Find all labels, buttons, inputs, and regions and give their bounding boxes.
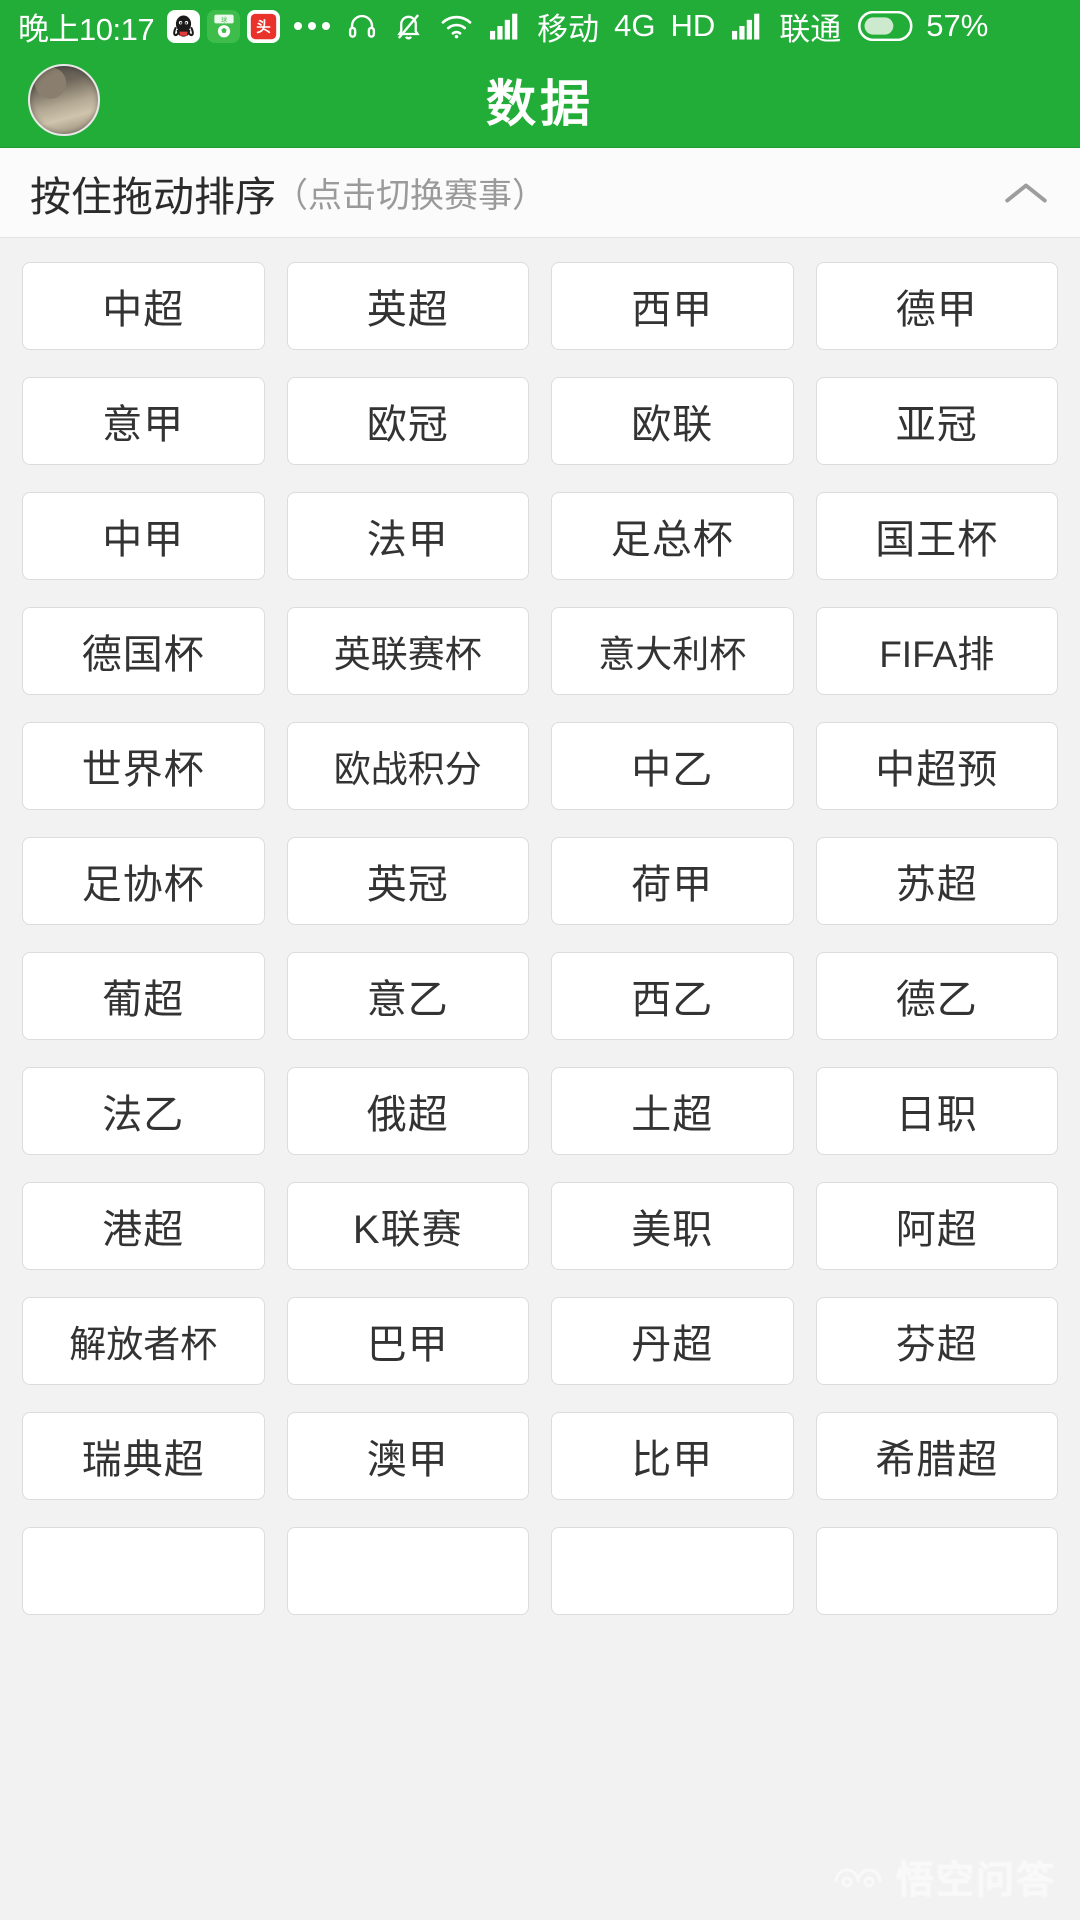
league-cell[interactable]: 中甲 [22,492,265,580]
league-cell[interactable]: 港超 [22,1182,265,1270]
league-cell[interactable] [286,1527,529,1615]
league-cell[interactable]: K联赛 [286,1182,529,1270]
page-title: 数据 [486,75,594,132]
status-bar: 晚上10:17 球 头 移动 4G HD 联通 57% [0,0,1080,52]
league-cell[interactable]: 俄超 [286,1067,529,1155]
league-cell[interactable]: 中乙 [551,722,794,810]
signal-bars-icon-2 [732,12,764,40]
svg-text:头: 头 [256,18,271,35]
chevron-up-icon[interactable] [998,165,1054,221]
bell-muted-icon [394,12,423,41]
league-cell[interactable]: 欧冠 [286,377,529,465]
more-apps-dots-icon [294,22,331,30]
carrier-name-mobile: 移动 [537,11,600,47]
league-cell[interactable]: 欧联 [551,377,794,465]
battery-icon [857,11,917,41]
status-time: 晚上10:17 [18,11,155,47]
signal-bars-icon [490,12,522,40]
league-cell[interactable]: 德国杯 [22,607,265,695]
wukong-logo-icon [834,1867,882,1887]
league-cell[interactable]: 足协杯 [22,837,265,925]
sort-instruction-hint: （点击切换赛事） [274,177,546,215]
league-cell[interactable]: 阿超 [815,1182,1058,1270]
wifi-icon [440,13,473,40]
league-cell[interactable]: 英联赛杯 [286,607,529,695]
status-app-icons: 球 头 [167,9,281,43]
app-header: 数据 [0,52,1080,148]
league-cell[interactable]: 澳甲 [286,1412,529,1500]
battery-percent: 57% [926,8,989,43]
league-cell[interactable]: 意甲 [22,377,265,465]
league-cell[interactable]: 西乙 [551,952,794,1040]
league-cell[interactable]: 葡超 [22,952,265,1040]
league-cell[interactable] [22,1527,265,1615]
league-cell[interactable]: 德乙 [815,952,1058,1040]
watermark-text: 悟空问答 [895,1860,1056,1902]
league-cell[interactable]: 中超预 [815,722,1058,810]
sort-instruction-label: 按住拖动排序 [30,173,276,220]
league-cell[interactable]: 足总杯 [551,492,794,580]
toutiao-icon: 头 [247,9,281,43]
league-cell[interactable]: 日职 [815,1067,1058,1155]
league-cell[interactable]: 法乙 [22,1067,265,1155]
league-cell[interactable]: 英冠 [286,837,529,925]
league-cell[interactable]: 意大利杯 [551,607,794,695]
network-type: 4G [614,8,656,43]
sort-section-bar[interactable]: 按住拖动排序 （点击切换赛事） [0,148,1080,238]
league-cell[interactable]: 法甲 [286,492,529,580]
league-cell[interactable]: 土超 [551,1067,794,1155]
league-cell[interactable]: 芬超 [815,1297,1058,1385]
league-cell[interactable]: 希腊超 [815,1412,1058,1500]
league-cell[interactable] [551,1527,794,1615]
soccer-app-icon: 球 [207,9,241,43]
qq-icon [167,9,201,43]
league-cell[interactable]: 瑞典超 [22,1412,265,1500]
league-cell[interactable]: 比甲 [551,1412,794,1500]
league-cell[interactable]: 荷甲 [551,837,794,925]
league-cell[interactable]: 美职 [551,1182,794,1270]
avatar[interactable] [28,63,100,136]
league-cell[interactable]: 国王杯 [815,492,1058,580]
league-cell[interactable]: 英超 [286,262,529,350]
hd-indicator: HD [670,8,716,43]
league-grid: 中超 英超 西甲 德甲意甲 欧冠 欧联 亚冠中甲 法甲 足总杯 国王杯德国杯 英联赛杯 意大利杯 FIF… [0,238,1080,1920]
carrier-name-unicom: 联通 [779,11,842,47]
headphone-icon [347,11,377,41]
svg-text:球: 球 [221,16,227,24]
league-cell[interactable] [815,1527,1058,1615]
league-cell[interactable]: 西甲 [551,262,794,350]
watermark: 悟空问答 [830,1849,1056,1904]
league-cell[interactable]: 丹超 [551,1297,794,1385]
league-cell[interactable]: 亚冠 [815,377,1058,465]
league-cell[interactable]: 中超 [22,262,265,350]
league-cell[interactable]: FIFA排 [815,607,1058,695]
league-cell[interactable]: 欧战积分 [286,722,529,810]
league-cell[interactable]: 解放者杯 [22,1297,265,1385]
league-cell[interactable]: 巴甲 [286,1297,529,1385]
league-cell[interactable]: 世界杯 [22,722,265,810]
league-cell[interactable]: 苏超 [815,837,1058,925]
league-cell[interactable]: 德甲 [815,262,1058,350]
league-cell[interactable]: 意乙 [286,952,529,1040]
